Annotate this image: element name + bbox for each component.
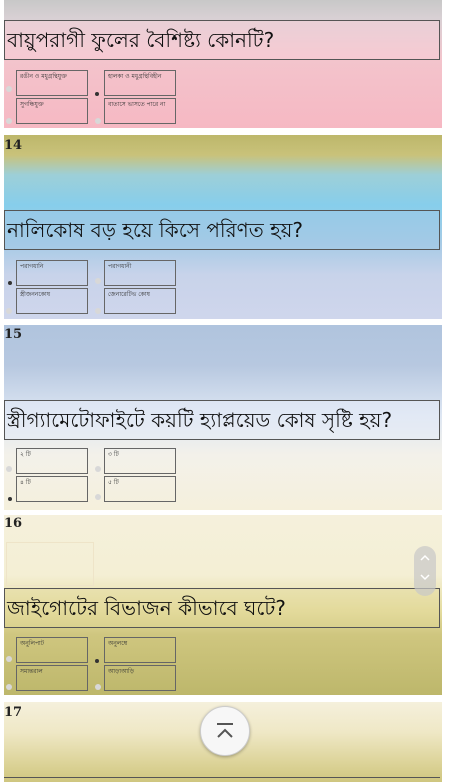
question-14-text: নালিকোষ বড় হয়ে কিসে পরিণত হয়? xyxy=(4,210,440,250)
option-16-d[interactable]: আড়াআড়ি xyxy=(104,665,176,691)
question-17-text-top-edge xyxy=(4,777,440,783)
question-15-text: স্ত্রীগ্যামেটোফাইটে কয়টি হ্যাপ্লয়েড কো… xyxy=(4,400,440,440)
option-14-d[interactable]: জেনারেটিভ কোষ xyxy=(104,288,176,314)
radio-14-a[interactable] xyxy=(8,281,12,285)
option-13-b[interactable]: হালকা ও মধুগ্রন্থিবিহীন xyxy=(104,70,176,96)
option-13-a[interactable]: রঙীন ও মধুগ্রন্থিযুক্ত xyxy=(16,70,88,96)
question-16-text: জাইগোটের বিভাজন কীভাবে ঘটে? xyxy=(4,588,440,628)
question-14-number: 14 xyxy=(4,138,23,153)
radio-16-d[interactable] xyxy=(95,684,101,690)
radio-13-b[interactable] xyxy=(95,92,99,96)
question-17-number: 17 xyxy=(4,705,23,720)
option-15-b[interactable]: ৩ টি xyxy=(104,448,176,474)
radio-14-c[interactable] xyxy=(6,308,12,314)
option-16-c[interactable]: সমান্তরাল xyxy=(16,665,88,691)
option-16-a[interactable]: অনুলিপাট xyxy=(16,637,88,663)
option-14-c[interactable]: স্ত্রীজননকোষ xyxy=(16,288,88,314)
chevron-up-icon[interactable] xyxy=(414,554,436,564)
arrow-up-icon xyxy=(217,723,233,738)
radio-16-c[interactable] xyxy=(6,684,12,690)
radio-15-b[interactable] xyxy=(95,466,101,472)
question-16-number: 16 xyxy=(4,516,23,531)
radio-15-d[interactable] xyxy=(95,494,101,500)
option-14-b[interactable]: পরাগধানী xyxy=(104,260,176,286)
radio-16-b[interactable] xyxy=(95,659,99,663)
radio-13-a[interactable] xyxy=(6,86,12,92)
option-13-c[interactable]: সুগন্ধিযুক্ত xyxy=(16,98,88,124)
placeholder-image xyxy=(6,542,94,586)
question-13-text: বায়ুপরাগী ফুলের বৈশিষ্ট্য কোনটি? xyxy=(4,20,440,60)
radio-15-c[interactable] xyxy=(8,497,12,501)
option-16-b[interactable]: অনুলম্বে xyxy=(104,637,176,663)
radio-13-d[interactable] xyxy=(95,118,101,124)
option-14-a[interactable]: পরাগধানি xyxy=(16,260,88,286)
question-15-number: 15 xyxy=(4,327,23,342)
radio-16-a[interactable] xyxy=(6,656,12,662)
scroll-control[interactable] xyxy=(414,546,436,596)
back-to-top-button[interactable] xyxy=(200,706,250,756)
option-15-c[interactable]: ৪ টি xyxy=(16,476,88,502)
radio-14-b[interactable] xyxy=(95,278,101,284)
radio-14-d[interactable] xyxy=(95,308,101,314)
option-13-d[interactable]: বাতাসে ভাসতে পারে না xyxy=(104,98,176,124)
option-15-a[interactable]: ২ টি xyxy=(16,448,88,474)
option-15-d[interactable]: ৫ টি xyxy=(104,476,176,502)
radio-15-a[interactable] xyxy=(6,466,12,472)
chevron-down-icon[interactable] xyxy=(414,574,436,584)
radio-13-c[interactable] xyxy=(6,118,12,124)
